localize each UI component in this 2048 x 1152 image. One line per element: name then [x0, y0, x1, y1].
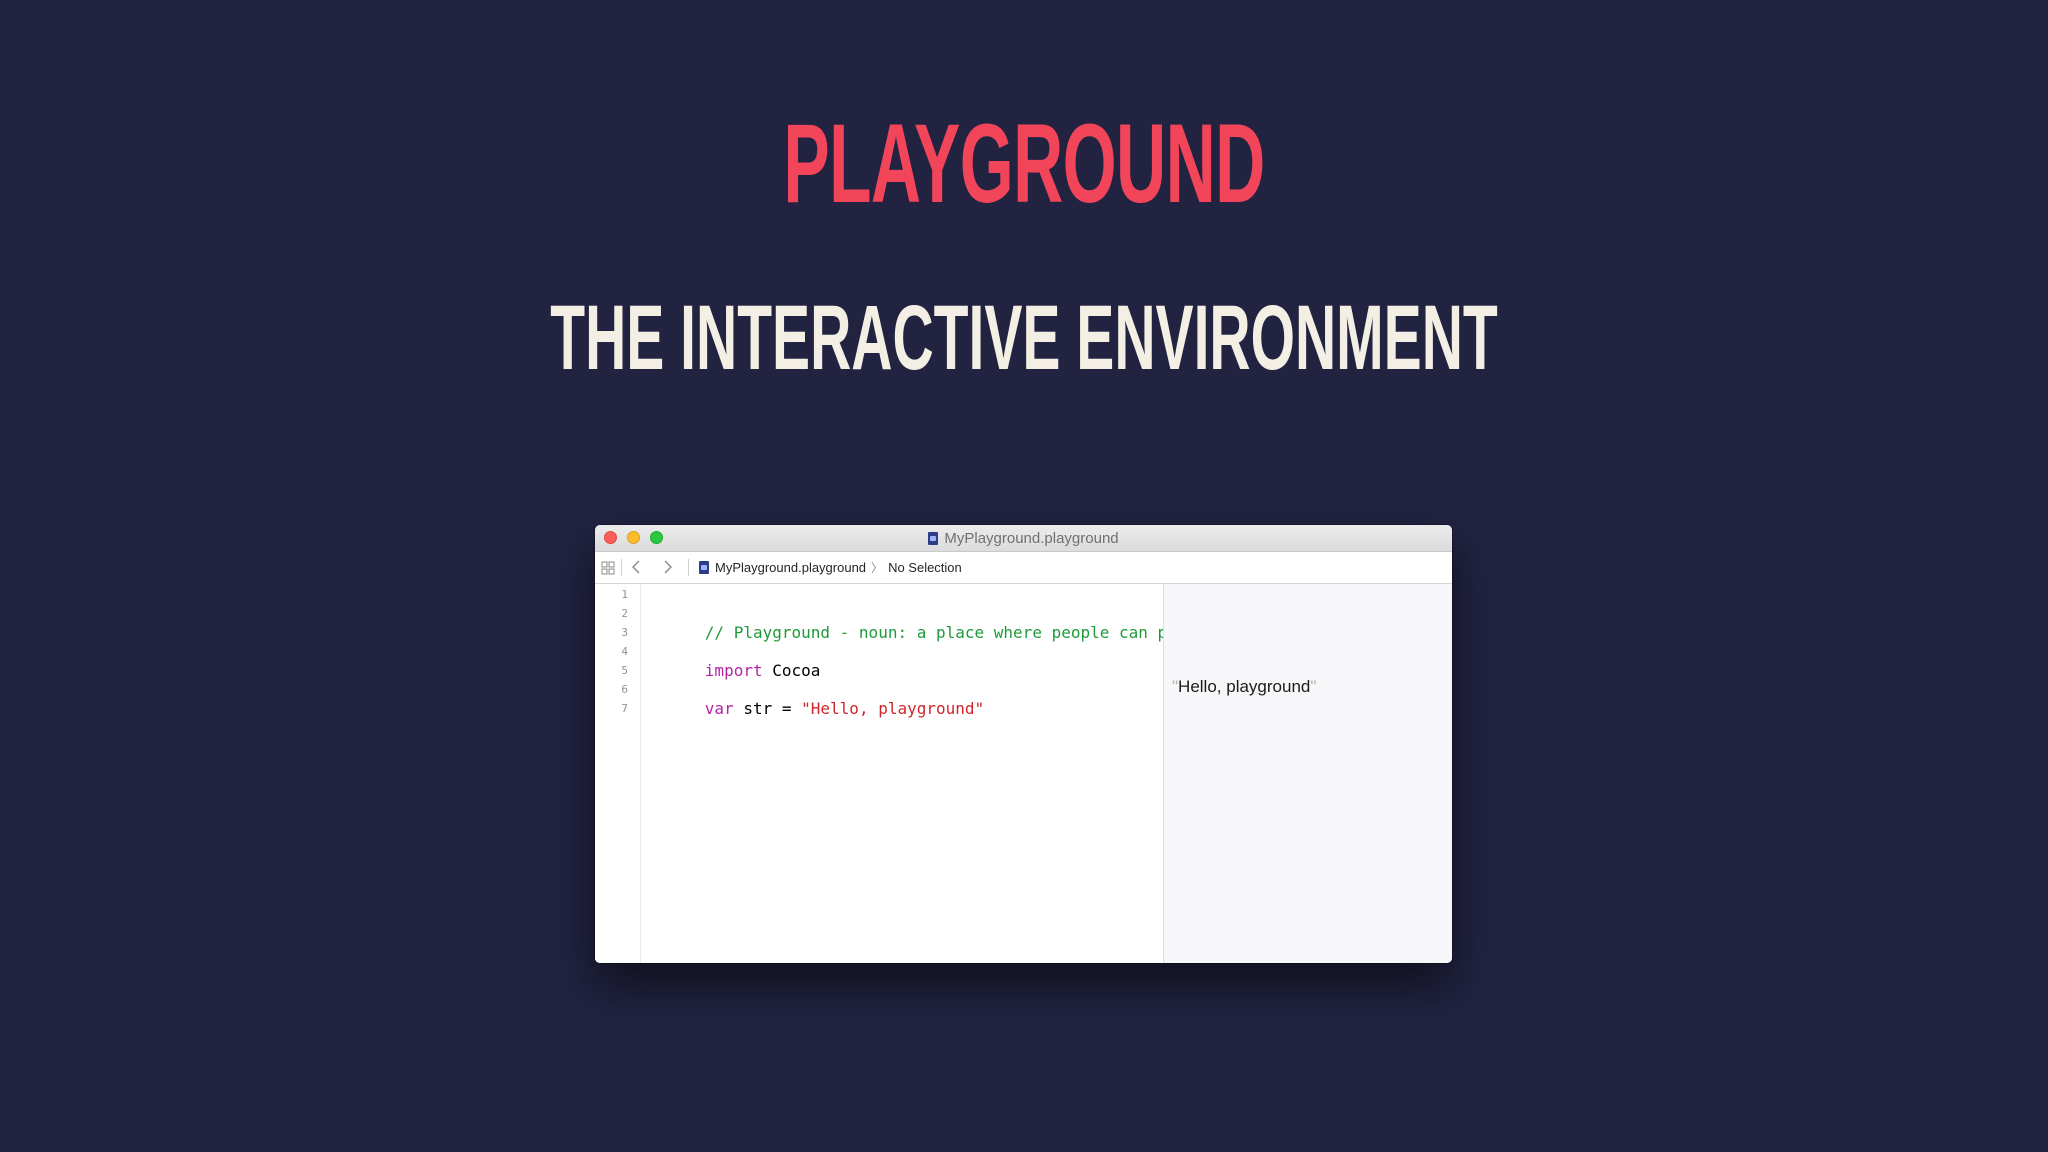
jump-bar: MyPlayground.playground 〉 No Selection	[595, 552, 1452, 584]
window-title-text: MyPlayground.playground	[944, 529, 1119, 547]
line-number-gutter: 1 2 3 4 5 6 7	[595, 584, 641, 963]
line-number: 2	[621, 607, 628, 620]
result-value[interactable]: "Hello, playground"	[1172, 677, 1316, 697]
grid-icon[interactable]	[601, 561, 615, 575]
breadcrumb-separator: 〉	[871, 561, 884, 575]
playground-file-icon	[699, 561, 709, 574]
code-line-comment[interactable]: // Playground - noun: a place where peop…	[647, 604, 1196, 642]
slide-subtitle: THE INTERACTIVE ENVIRONMENT	[550, 287, 1498, 389]
code-editor[interactable]: 1 2 3 4 5 6 7 // Playground - noun: a pl…	[595, 584, 1196, 963]
line-number: 4	[621, 645, 628, 658]
line-number: 5	[621, 664, 628, 677]
playground-file-icon	[928, 531, 939, 545]
result-value-text: Hello, playground	[1178, 677, 1311, 696]
playground-window: MyPlayground.playground MyPlayground.pla…	[595, 525, 1452, 963]
breadcrumb-selection[interactable]: No Selection	[888, 560, 962, 575]
slide-title: PLAYGROUND	[783, 101, 1265, 226]
toolbar-divider	[621, 559, 622, 576]
comment-token: // Playground - noun: a place where peop…	[704, 623, 1197, 642]
window-title: MyPlayground.playground	[595, 525, 1452, 551]
results-sidebar: "Hello, playground"	[1163, 584, 1452, 963]
chevron-left-icon[interactable]	[629, 558, 645, 576]
breadcrumb: MyPlayground.playground 〉 No Selection	[699, 552, 962, 583]
string-token: "Hello, playground"	[801, 699, 985, 718]
keyword-token: var	[704, 699, 734, 718]
identifier-token: Cocoa	[762, 661, 821, 680]
window-titlebar[interactable]: MyPlayground.playground	[595, 525, 1452, 552]
code-line-import[interactable]: import Cocoa	[647, 642, 821, 680]
breadcrumb-file[interactable]: MyPlayground.playground	[715, 560, 866, 575]
keyword-token: import	[704, 661, 763, 680]
line-number: 3	[621, 626, 628, 639]
toolbar-divider	[688, 559, 689, 576]
identifier-token: str =	[733, 699, 802, 718]
result-quote-close: "	[1310, 677, 1317, 696]
line-number: 6	[621, 683, 628, 696]
line-number: 7	[621, 702, 628, 715]
code-line-var[interactable]: var str = "Hello, playground"	[647, 680, 984, 718]
chevron-right-icon[interactable]	[659, 558, 675, 576]
line-number: 1	[621, 588, 628, 601]
